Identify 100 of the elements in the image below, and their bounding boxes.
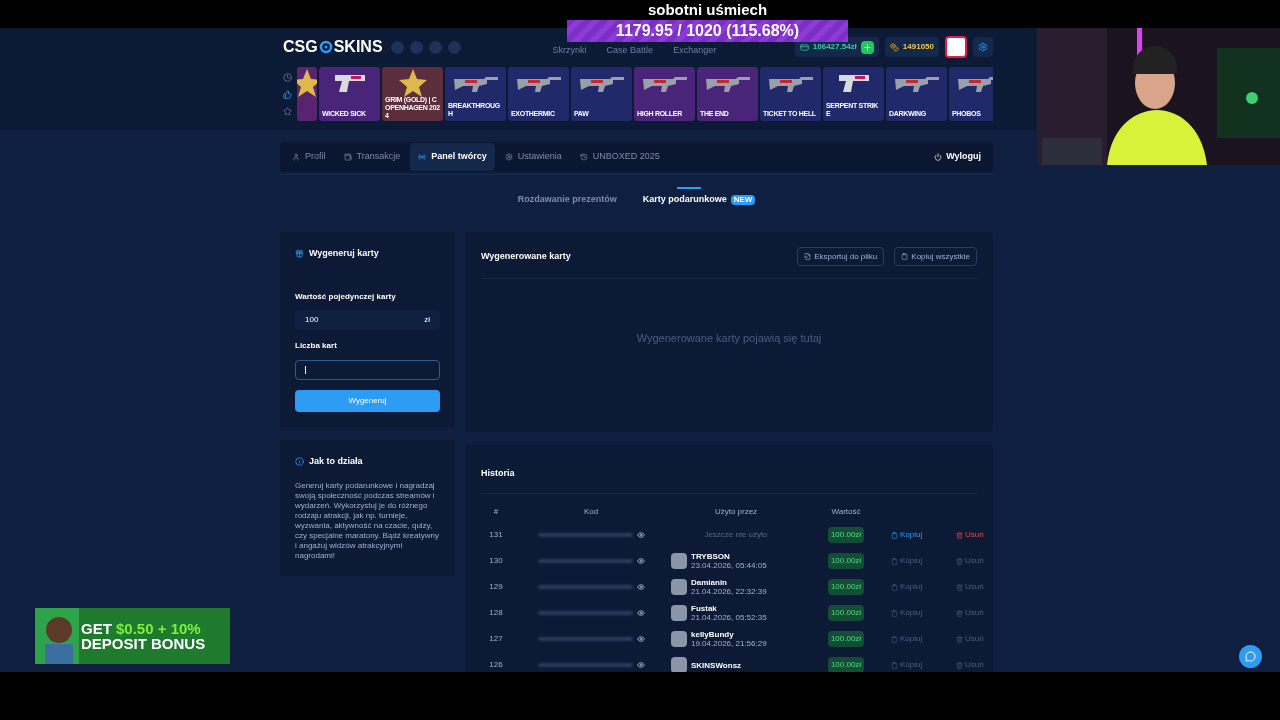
clipboard-icon (891, 531, 898, 539)
user-avatar (671, 657, 687, 672)
logo-text: SKINS (333, 37, 383, 57)
clipboard-icon (891, 609, 898, 617)
tab[interactable]: Transakcje (335, 143, 409, 171)
star-icon (397, 68, 428, 98)
star-icon[interactable] (283, 106, 293, 116)
clipboard-icon (891, 583, 898, 591)
field-label: Liczba kart (295, 339, 338, 352)
avatar[interactable] (945, 36, 967, 58)
tab[interactable]: UNBOXED 2025 (571, 143, 668, 171)
column-header: Wartość (830, 506, 862, 518)
history-icon (579, 153, 588, 161)
clipboard-icon (901, 253, 909, 260)
coins: 1491050 (902, 41, 934, 53)
crosshair-icon (318, 40, 333, 54)
wallet-icon (343, 153, 352, 161)
username: Fustak (691, 604, 718, 613)
chat-button[interactable] (1239, 645, 1262, 668)
trash-icon (956, 609, 963, 617)
clipboard-icon (891, 635, 898, 643)
trash-icon (956, 531, 963, 539)
thumbs-up-icon[interactable] (283, 89, 293, 99)
tab[interactable]: Profil (284, 143, 334, 171)
field-value: 100 (305, 313, 319, 326)
wallet-icon (799, 42, 809, 52)
stream-title: sobotni uśmiech (647, 0, 768, 20)
copy-link[interactable]: Kopiuj (891, 529, 946, 541)
eye-icon[interactable] (636, 531, 645, 539)
value-field[interactable]: 100 zł (295, 309, 440, 330)
goal-bar: 1179.95 / 1020 (115.68%) (567, 20, 848, 42)
nav-link[interactable]: Case Battle (606, 45, 654, 55)
coin-icon (889, 42, 899, 52)
empty-message: Wygenerowane karty pojawią się tutaj (636, 330, 822, 346)
card-title: Wygeneruj karty (309, 247, 379, 260)
promo-amount: $0.50 + 10% (116, 620, 201, 637)
currency-unit: zł (424, 313, 430, 326)
username: Damianin (691, 578, 728, 587)
count-field[interactable] (295, 359, 440, 380)
delete-link[interactable]: Usuń (956, 529, 993, 541)
nav-link[interactable]: Skrzynki (552, 45, 587, 55)
pistol-icon (836, 72, 871, 94)
broadcast-icon (418, 153, 427, 161)
trash-icon (956, 635, 963, 643)
clipboard-icon (891, 557, 898, 565)
subtab[interactable]: Karty podarunkowe NEW (642, 175, 756, 207)
row-number: 130 (488, 555, 504, 567)
drop-card[interactable] (297, 67, 317, 121)
clipboard-icon (891, 661, 898, 669)
user-avatar (671, 605, 687, 621)
promo-banner[interactable]: GET $0.50 + 10% DEPOSIT BONUS (35, 608, 230, 664)
gift-icon (295, 249, 304, 259)
column-header: Użyto przez (713, 506, 759, 518)
tab[interactable]: Panel twórcy (410, 143, 495, 171)
logout-button[interactable]: Wyloguj (934, 150, 981, 164)
value-badge: 100.00zł (827, 631, 865, 647)
deposit-button[interactable] (860, 40, 874, 54)
row-number: 128 (488, 607, 504, 619)
info-text: Generuj karty podarunkowe i nagradzaj swoją społeczność podczas streamów i wydarzeń. Wykorzystuj je do różnego rodzaju atrakcji, jak np. turnieje, wyzwania, aktywność na czacie, quizy, czy specjalne maratony. Bądź kreatywny i angażuj widzów atrakcyjnymi nagrodami! (295, 480, 440, 561)
used-date: 23.04.2026, 05:44:05 (691, 561, 767, 570)
user-icon (292, 153, 300, 161)
value-badge: 100.00zł (827, 605, 865, 621)
column-header: # (492, 506, 500, 518)
used-date: 21.04.2026, 22:32:39 (691, 587, 767, 596)
outline-button[interactable]: Eksportuj do pliku (797, 247, 885, 266)
generate-button[interactable]: Wygeneruj (295, 390, 440, 412)
row-number: 126 (488, 659, 504, 671)
clock-icon[interactable] (283, 72, 293, 82)
trash-icon (956, 583, 963, 591)
nav-link[interactable]: Exchanger (673, 45, 717, 55)
unused-status: Jeszcze nie użyto (703, 529, 769, 541)
used-date: 21.04.2026, 05:52:35 (691, 613, 767, 622)
pistol-icon (332, 72, 367, 94)
used-date: 19.04.2026, 21:56:29 (691, 639, 767, 648)
settings-icon (978, 42, 988, 52)
value-badge: 100.00zł (827, 657, 865, 672)
subtab[interactable]: Rozdawanie prezentów (517, 175, 617, 207)
gear-icon (504, 153, 513, 161)
user-avatar (671, 631, 687, 647)
username: SKINSWonsz (691, 660, 742, 670)
value-badge: 100.00zł (827, 553, 865, 569)
value-badge: 100.00zł (827, 527, 865, 543)
promo-text: GET (81, 620, 112, 637)
row-number: 127 (488, 633, 504, 645)
power-icon (934, 153, 943, 161)
export-icon (804, 253, 812, 260)
settings-button[interactable] (973, 37, 993, 57)
card-title: Historia (481, 468, 515, 478)
card-title: Jak to działa (309, 455, 363, 468)
field-label: Wartość pojedynczej karty (295, 290, 397, 303)
chat-icon (1245, 651, 1256, 662)
username: TRYBSON (691, 552, 731, 561)
tab[interactable]: Ustawienia (496, 143, 570, 171)
row-number: 131 (488, 529, 504, 541)
outline-button[interactable]: Kopiuj wszystkie (894, 247, 977, 266)
card-title: Wygenerowane karty (481, 249, 571, 263)
trash-icon (956, 557, 963, 565)
row-number: 129 (488, 581, 504, 593)
logo-text: CSG (283, 37, 318, 57)
info-icon (295, 457, 304, 467)
